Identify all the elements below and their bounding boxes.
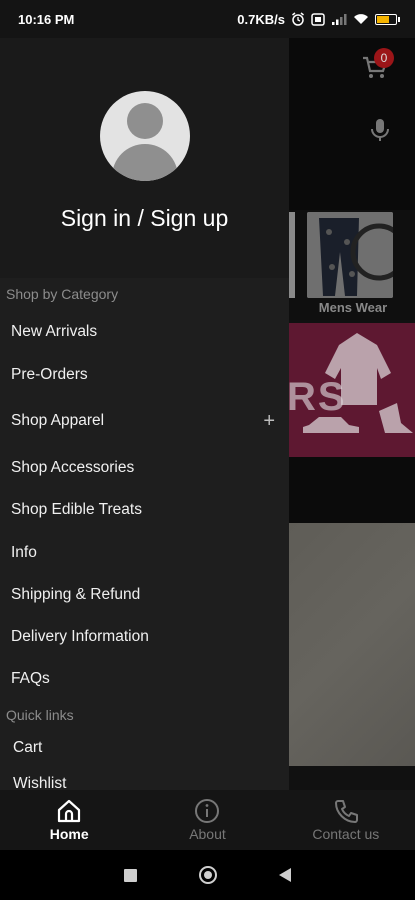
menu-item-label: Delivery Information (11, 628, 149, 645)
recents-button[interactable] (124, 868, 137, 882)
navigation-drawer: Sign in / Sign up Shop by Category New A… (0, 38, 289, 790)
phone-icon (334, 800, 358, 823)
section-label-quick-links: Quick links (6, 707, 74, 723)
menu-item-label: Info (11, 543, 37, 561)
tab-about-label: About (189, 826, 226, 842)
menu-item-wishlist[interactable]: Wishlist (0, 766, 289, 790)
menu-item-faqs[interactable]: FAQs (0, 658, 289, 700)
menu-item-label: Shop Edible Treats (11, 501, 142, 518)
wifi-icon (354, 14, 368, 24)
menu-item-label: FAQs (11, 670, 50, 687)
menu-item-label: Shop Accessories (11, 458, 135, 476)
menu-item-pre-orders[interactable]: Pre-Orders (0, 353, 289, 396)
tab-home-label: Home (49, 826, 89, 842)
alarm-icon (292, 12, 304, 26)
menu-item-label: New Arrivals (11, 323, 98, 340)
status-icons: 0.7KB/s (237, 11, 400, 27)
category-label: Mens Wear (318, 300, 388, 315)
menu-item-info[interactable]: Info (0, 531, 289, 574)
back-button[interactable] (279, 868, 291, 882)
menu-item-shipping-refund[interactable]: Shipping & Refund (0, 574, 289, 616)
tab-home[interactable]: Home (0, 790, 138, 850)
apparel-graphic-icon (303, 333, 413, 433)
status-bar: 10:16 PM 0.7KB/s (0, 0, 415, 38)
avatar-icon[interactable] (99, 91, 190, 181)
battery-icon (375, 13, 400, 25)
menu-item-shop-edible-treats[interactable]: Shop Edible Treats (0, 489, 289, 531)
bottom-navigation: Home About Contact us (0, 790, 415, 850)
category-thumb-mens[interactable] (307, 212, 393, 298)
sim-icon (311, 12, 325, 26)
section-label-shop: Shop by Category (6, 286, 119, 302)
home-icon (58, 799, 81, 823)
mic-icon[interactable] (370, 118, 390, 142)
menu-item-label: Cart (13, 739, 43, 756)
menu-item-new-arrivals[interactable]: New Arrivals (0, 311, 289, 353)
tab-contact[interactable]: Contact us (277, 790, 415, 850)
tab-contact-label: Contact us (312, 826, 380, 842)
bg-spacer (289, 457, 415, 523)
signal-icon (332, 14, 347, 25)
menu-item-shop-accessories[interactable]: Shop Accessories (0, 446, 289, 489)
category-thumb-partial[interactable] (289, 212, 295, 298)
home-button[interactable] (199, 866, 217, 884)
expand-plus-icon[interactable]: + (263, 411, 275, 431)
status-time: 10:16 PM (18, 11, 75, 27)
menu-item-cart[interactable]: Cart (0, 730, 289, 766)
tab-about[interactable]: About (138, 790, 276, 850)
menu-item-label: Wishlist (13, 775, 67, 790)
menu-item-label: Pre-Orders (11, 365, 88, 383)
drawer-header: Sign in / Sign up (0, 38, 289, 278)
menu-item-delivery-information[interactable]: Delivery Information (0, 616, 289, 658)
menu-item-label: Shop Apparel (11, 412, 105, 429)
signin-link[interactable]: Sign in / Sign up (61, 205, 229, 232)
network-speed: 0.7KB/s (237, 11, 285, 27)
mens-wear-image (307, 212, 393, 298)
bg-product-photo[interactable] (289, 523, 415, 766)
info-icon (195, 799, 220, 823)
bg-app-header (289, 38, 415, 100)
system-navigation-bar (0, 850, 415, 900)
promo-banner[interactable]: RS (289, 323, 415, 457)
cart-count-badge: 0 (374, 48, 394, 68)
menu-item-shop-apparel[interactable]: Shop Apparel + (0, 396, 289, 446)
menu-item-label: Shipping & Refund (11, 586, 141, 603)
